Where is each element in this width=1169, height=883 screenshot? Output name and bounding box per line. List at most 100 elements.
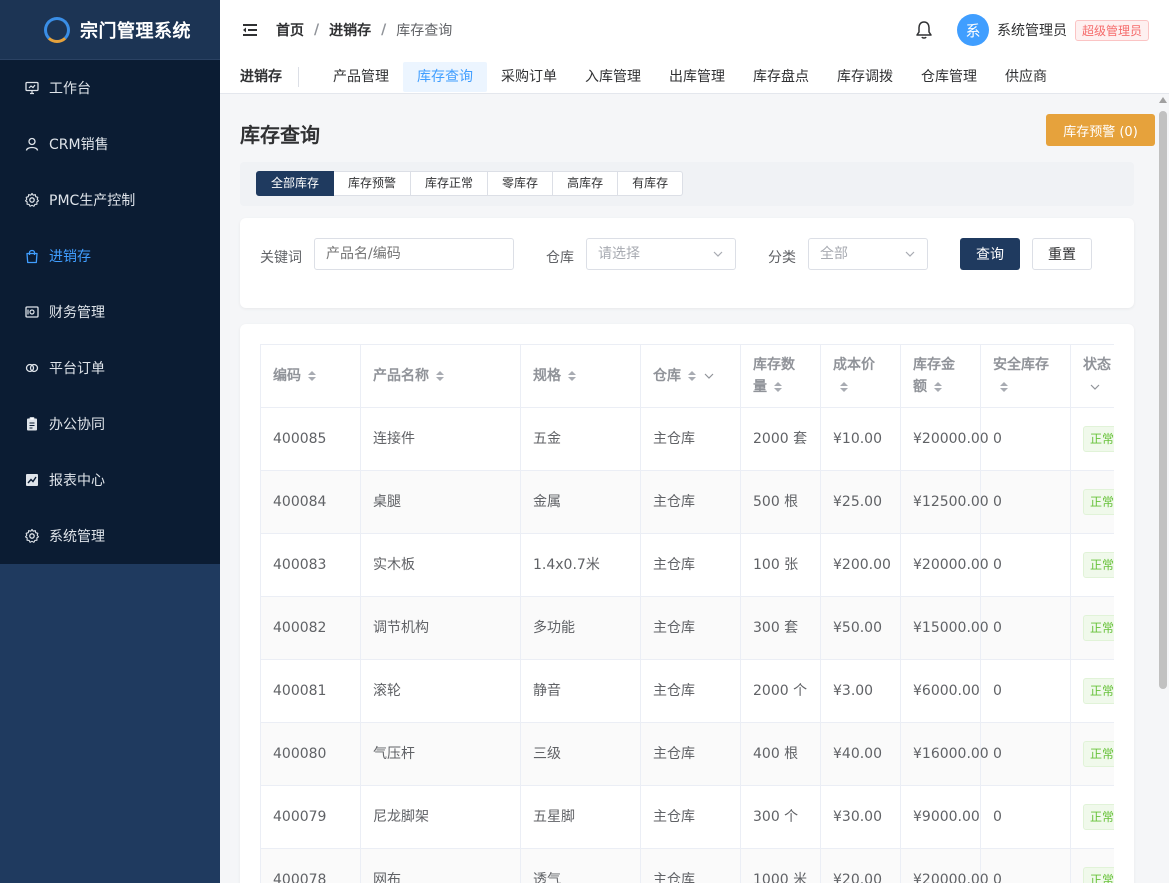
column-header[interactable]: 库存数量 (740, 344, 821, 408)
sort-icon[interactable] (773, 381, 783, 393)
sidebar-item-0[interactable]: 工作台 (0, 60, 220, 116)
table-row[interactable]: 400083 实木板 1.4x0.7米 主仓库 100 张 ¥200.00 ¥20000.0… (260, 533, 1114, 597)
inventory-table: 编码 产品名称 规格 仓库 库存数量 成本价 库存金额 安全库存 状态 400085 连接件 五金主… (260, 344, 1114, 883)
subnav-tab-8[interactable]: 供应商 (991, 62, 1061, 92)
cell-amount: ¥16000.00 (900, 722, 989, 786)
cell-name: 网布 (360, 848, 521, 883)
sidebar-item-4[interactable]: 财务管理 (0, 284, 220, 340)
column-header[interactable]: 安全库存 (980, 344, 1071, 408)
status-badge: 正常 (1083, 678, 1114, 704)
cell-amount: ¥15000.00 (900, 596, 989, 660)
filter-chevron-icon[interactable] (1089, 381, 1101, 393)
sort-icon[interactable] (687, 370, 697, 382)
table-row[interactable]: 400084 桌腿 金属 主仓库 500 根 ¥25.00 ¥12500.00 0 正常 (260, 470, 1114, 534)
subnav-tab-1[interactable]: 库存查询 (403, 61, 487, 92)
cell-safety: 0 (980, 785, 1071, 849)
subnav-tab-4[interactable]: 出库管理 (655, 62, 739, 92)
stock-tab-2[interactable]: 库存正常 (411, 171, 489, 196)
clipboard-icon (24, 416, 40, 432)
sidebar-item-3[interactable]: 进销存 (0, 228, 220, 284)
table-row[interactable]: 400078 网布 透气 主仓库 1000 米 ¥20.00 ¥20000.00 0 正常 (260, 848, 1114, 883)
table-row[interactable]: 400085 连接件 五金 主仓库 2000 套 ¥10.00 ¥20000.00 0 正常 (260, 407, 1114, 471)
cell-safety: 0 (980, 533, 1071, 597)
sort-icon[interactable] (567, 370, 577, 382)
cell-warehouse: 主仓库 (640, 596, 741, 660)
reset-button[interactable]: 重置 (1032, 238, 1092, 270)
app-logo[interactable]: 宗门管理系统 (0, 0, 220, 60)
column-header-label: 仓库 (653, 368, 681, 384)
cell-cost: ¥40.00 (820, 722, 901, 786)
sort-icon[interactable] (933, 381, 943, 393)
category-select[interactable]: 全部 (808, 238, 928, 270)
menu-fold-icon[interactable] (242, 22, 258, 38)
cell-cost: ¥30.00 (820, 785, 901, 849)
table-scroll-area[interactable]: 编码 产品名称 规格 仓库 库存数量 成本价 库存金额 安全库存 状态 400085 连接件 五金主… (260, 344, 1114, 883)
table-header-row: 编码 产品名称 规格 仓库 库存数量 成本价 库存金额 安全库存 状态 (260, 344, 1114, 408)
subnav-tab-5[interactable]: 库存盘点 (739, 62, 823, 92)
scroll-up-arrow[interactable] (1159, 97, 1167, 103)
inventory-table-card: 编码 产品名称 规格 仓库 库存数量 成本价 库存金额 安全库存 状态 400085 连接件 五金主… (240, 324, 1134, 883)
column-header-label: 编码 (273, 368, 301, 384)
warehouse-select[interactable]: 请选择 (586, 238, 736, 270)
stock-tab-3[interactable]: 零库存 (488, 171, 554, 196)
subnav-tab-7[interactable]: 仓库管理 (907, 62, 991, 92)
table-row[interactable]: 400079 尼龙脚架 五星脚 主仓库 300 个 ¥30.00 ¥9000.00 0 正常 (260, 785, 1114, 849)
cell-name: 滚轮 (360, 659, 521, 723)
avatar[interactable]: 系 (956, 14, 989, 46)
query-button[interactable]: 查询 (960, 238, 1020, 270)
subnav-tab-2[interactable]: 采购订单 (487, 62, 571, 92)
column-header[interactable]: 成本价 (820, 344, 901, 408)
sidebar-item-6[interactable]: 办公协同 (0, 396, 220, 452)
cell-spec: 金属 (520, 470, 641, 534)
cell-amount: ¥20000.00 (900, 407, 989, 471)
scroll-thumb[interactable] (1159, 111, 1167, 689)
stock-tab-5[interactable]: 有库存 (618, 171, 684, 196)
bag-icon (24, 248, 40, 264)
gear-icon (24, 192, 40, 208)
column-header[interactable]: 编码 (260, 344, 361, 408)
table-row[interactable]: 400082 调节机构 多功能 主仓库 300 套 ¥50.00 ¥15000.00 0 正常 (260, 596, 1114, 660)
sidebar-item-1[interactable]: CRM销售 (0, 116, 220, 172)
stock-tab-1[interactable]: 库存预警 (334, 171, 412, 196)
subnav-tab-6[interactable]: 库存调拨 (823, 62, 907, 92)
stock-tab-4[interactable]: 高库存 (553, 171, 619, 196)
main-content: 库存查询 库存预警 (0) 全部库存 库存预警 库存正常 零库存 高库存 有库存 关键词 … (220, 95, 1155, 883)
logo-icon (44, 16, 70, 43)
column-header[interactable]: 仓库 (640, 344, 741, 408)
breadcrumb-separator: / (314, 22, 320, 38)
subnav-tab-0[interactable]: 产品管理 (319, 62, 403, 92)
sidebar-item-2[interactable]: PMC生产控制 (0, 172, 220, 228)
page-scrollbar[interactable] (1158, 97, 1167, 883)
stock-tab-0[interactable]: 全部库存 (256, 171, 335, 196)
sidebar-item-8[interactable]: 系统管理 (0, 508, 220, 564)
column-header[interactable]: 规格 (520, 344, 641, 408)
column-header[interactable]: 产品名称 (360, 344, 521, 408)
sidebar-item-5[interactable]: 平台订单 (0, 340, 220, 396)
cell-warehouse: 主仓库 (640, 407, 741, 471)
sort-icon[interactable] (435, 370, 445, 382)
monitor-icon (24, 80, 40, 96)
column-header-label: 产品名称 (373, 368, 429, 384)
column-header[interactable]: 状态 (1070, 344, 1114, 408)
cell-cost: ¥50.00 (820, 596, 901, 660)
table-row[interactable]: 400080 气压杆 三级 主仓库 400 根 ¥40.00 ¥16000.00 0 正常 (260, 722, 1114, 786)
stock-filter-tabs: 全部库存 库存预警 库存正常 零库存 高库存 有库存 (240, 162, 1134, 206)
sidebar-item-7[interactable]: 报表中心 (0, 452, 220, 508)
keyword-input[interactable] (314, 238, 514, 270)
sort-icon[interactable] (999, 381, 1009, 393)
breadcrumb-module[interactable]: 进销存 (329, 20, 371, 40)
subnav-tab-3[interactable]: 入库管理 (571, 62, 655, 92)
bell-icon[interactable] (913, 19, 935, 41)
cell-status: 正常 (1070, 848, 1114, 883)
app-title: 宗门管理系统 (80, 20, 191, 42)
cell-warehouse: 主仓库 (640, 470, 741, 534)
sort-icon[interactable] (307, 370, 317, 382)
table-row[interactable]: 400081 滚轮 静音 主仓库 2000 个 ¥3.00 ¥6000.00 0 正常 (260, 659, 1114, 723)
filter-chevron-icon[interactable] (703, 370, 715, 382)
breadcrumb-home[interactable]: 首页 (276, 20, 304, 40)
sort-icon[interactable] (839, 381, 849, 393)
user-name[interactable]: 系统管理员 (997, 20, 1067, 40)
column-header[interactable]: 库存金额 (900, 344, 981, 408)
top-header: 首页 / 进销存 / 库存查询 系 系统管理员 超级管理员 (220, 0, 1169, 60)
stock-warning-button[interactable]: 库存预警 (0) (1046, 114, 1155, 146)
